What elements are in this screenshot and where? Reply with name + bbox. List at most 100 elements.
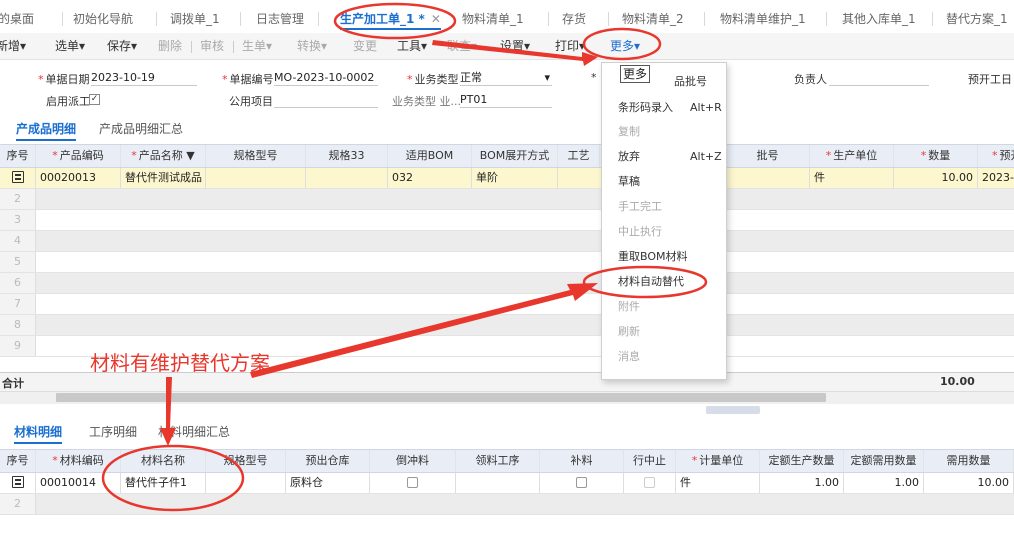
tab-bom-2[interactable]: 物料清单_2	[622, 11, 684, 27]
cell-uom[interactable]: 件	[676, 473, 760, 493]
tab-material-detail[interactable]: 材料明细	[14, 423, 63, 444]
cell-spec[interactable]	[206, 473, 286, 493]
tab-product-summary[interactable]: 产成品明细汇总	[99, 120, 183, 137]
table-row[interactable]: 2	[0, 189, 1014, 210]
table-row[interactable]: 2	[0, 494, 1014, 515]
col-product-code[interactable]: * 产品编码	[36, 145, 121, 167]
supplement-checkbox[interactable]	[576, 477, 587, 488]
table-row[interactable]: 6	[0, 273, 1014, 294]
cell-spec[interactable]	[206, 168, 306, 188]
doc-no-field[interactable]: MO-2023-10-0002	[274, 70, 378, 86]
col-issue-process[interactable]: 领料工序	[456, 450, 540, 472]
col-supplement[interactable]: 补料	[540, 450, 624, 472]
cell-bom[interactable]: 032	[388, 168, 472, 188]
dispatch-checkbox[interactable]: ✓	[89, 94, 100, 105]
cell-supplement[interactable]	[540, 473, 624, 493]
col-batch[interactable]: 批号	[726, 145, 810, 167]
menu-item-barcode-entry[interactable]: 条形码录入 Alt+R	[618, 101, 722, 115]
cell-bom-expand[interactable]: 单阶	[472, 168, 558, 188]
audit-button[interactable]: 审核	[200, 39, 224, 53]
tab-init-nav[interactable]: 初始化导航	[73, 11, 133, 27]
menu-item-discard[interactable]: 放弃 Alt+Z	[618, 150, 722, 164]
cell-quota-prod-qty[interactable]: 1.00	[760, 473, 844, 493]
tab-log-management[interactable]: 日志管理	[256, 11, 304, 27]
tab-bom-maintenance[interactable]: 物料清单维护_1	[720, 11, 806, 27]
tab-production-order[interactable]: 生产加工单_1 * ✕	[340, 11, 441, 30]
generate-doc-button[interactable]: 生单▾	[242, 39, 272, 53]
menu-item-attachment[interactable]: 附件	[618, 300, 640, 314]
table-row[interactable]: 3	[0, 210, 1014, 231]
cell-material-name[interactable]: 替代件子件1	[121, 473, 206, 493]
query-button[interactable]: 联查▾	[447, 39, 477, 53]
cell-product-code[interactable]: 00020013	[36, 168, 121, 188]
table-row[interactable]: 8	[0, 315, 1014, 336]
cell-product-name[interactable]: 替代件测试成品	[121, 168, 206, 188]
col-spec[interactable]: 规格型号	[206, 450, 286, 472]
cell-quantity[interactable]: 10.00	[894, 168, 978, 188]
table-row[interactable]: 7	[0, 294, 1014, 315]
col-line-stop[interactable]: 行中止	[624, 450, 676, 472]
table-row[interactable]: 00010014 替代件子件1 原料仓 件 1.00 1.00 10.00	[0, 473, 1014, 494]
select-doc-button[interactable]: 选单▾	[55, 39, 85, 53]
biz-type-select[interactable]: 正常 ▾	[460, 70, 552, 86]
scrollbar-thumb[interactable]	[56, 393, 826, 402]
common-project-field[interactable]	[274, 92, 378, 108]
cell-line-stop[interactable]	[624, 473, 676, 493]
cell-issue-process[interactable]	[456, 473, 540, 493]
tab-bom-1[interactable]: 物料清单_1	[462, 11, 524, 27]
col-quantity[interactable]: * 数量	[894, 145, 978, 167]
cell-warehouse[interactable]: 原料仓	[286, 473, 370, 493]
menu-item-auto-substitute[interactable]: 材料自动替代	[618, 275, 684, 289]
col-material-code[interactable]: * 材料编码	[36, 450, 121, 472]
col-uom[interactable]: * 计量单位	[676, 450, 760, 472]
col-material-name[interactable]: 材料名称	[121, 450, 206, 472]
tab-product-detail[interactable]: 产成品明细	[16, 120, 77, 141]
cell-plan-start[interactable]: 2023-1	[978, 168, 1014, 188]
cell-backflush[interactable]	[370, 473, 456, 493]
convert-button[interactable]: 转换▾	[297, 39, 327, 53]
col-plan-start[interactable]: *预开	[978, 145, 1014, 167]
col-need-qty[interactable]: 需用数量	[924, 450, 1014, 472]
menu-item-refresh[interactable]: 刷新	[618, 325, 640, 339]
menu-item-copy[interactable]: 复制	[618, 125, 640, 139]
col-warehouse[interactable]: 预出仓库	[286, 450, 370, 472]
more-button[interactable]: 更多▾	[610, 39, 640, 53]
col-quota-need-qty[interactable]: 定额需用数量	[844, 450, 924, 472]
row-handle[interactable]	[0, 168, 36, 188]
line-stop-checkbox[interactable]	[644, 477, 655, 488]
col-bom-expand[interactable]: BOM展开方式	[472, 145, 558, 167]
menu-item-message[interactable]: 消息	[618, 350, 640, 364]
cell-material-code[interactable]: 00010014	[36, 473, 121, 493]
cell-need-qty[interactable]: 10.00	[924, 473, 1014, 493]
cell-spec33[interactable]	[306, 168, 388, 188]
col-spec33[interactable]: 规格33	[306, 145, 388, 167]
cell-prod-unit[interactable]: 件	[810, 168, 894, 188]
tab-other-receipt[interactable]: 其他入库单_1	[842, 11, 916, 27]
close-icon[interactable]: ✕	[431, 12, 441, 26]
menu-item-draft[interactable]: 草稿	[618, 175, 640, 189]
row-handle[interactable]	[0, 473, 36, 493]
backflush-checkbox[interactable]	[407, 477, 418, 488]
col-prod-unit[interactable]: * 生产单位	[810, 145, 894, 167]
menu-item-manual-complete[interactable]: 手工完工	[618, 200, 662, 214]
col-quota-prod-qty[interactable]: 定额生产数量	[760, 450, 844, 472]
owner-field[interactable]	[829, 70, 929, 86]
doc-date-field[interactable]: 2023-10-19	[91, 70, 197, 86]
tab-inventory[interactable]: 存货	[562, 11, 586, 27]
tab-substitution-plan[interactable]: 替代方案_1	[946, 11, 1008, 27]
col-spec[interactable]: 规格型号	[206, 145, 306, 167]
print-button[interactable]: 打印▾	[555, 39, 585, 53]
add-button[interactable]: 新增▾	[0, 39, 26, 53]
change-button[interactable]: 变更	[353, 39, 377, 53]
cell-quota-need-qty[interactable]: 1.00	[844, 473, 924, 493]
col-bom[interactable]: 适用BOM	[388, 145, 472, 167]
tab-material-summary[interactable]: 材料明细汇总	[158, 423, 230, 440]
table-row[interactable]: 4	[0, 231, 1014, 252]
tools-button[interactable]: 工具▾	[397, 39, 427, 53]
menu-item-stop-execution[interactable]: 中止执行	[618, 225, 662, 239]
table-row[interactable]: 5	[0, 252, 1014, 273]
tab-process-detail[interactable]: 工序明细	[89, 423, 137, 440]
save-button[interactable]: 保存▾	[107, 39, 137, 53]
table-row[interactable]: 00020013 替代件测试成品 032 单阶 件 10.00 2023-1	[0, 168, 1014, 189]
menu-item-refetch-bom[interactable]: 重取BOM材料	[618, 250, 688, 264]
